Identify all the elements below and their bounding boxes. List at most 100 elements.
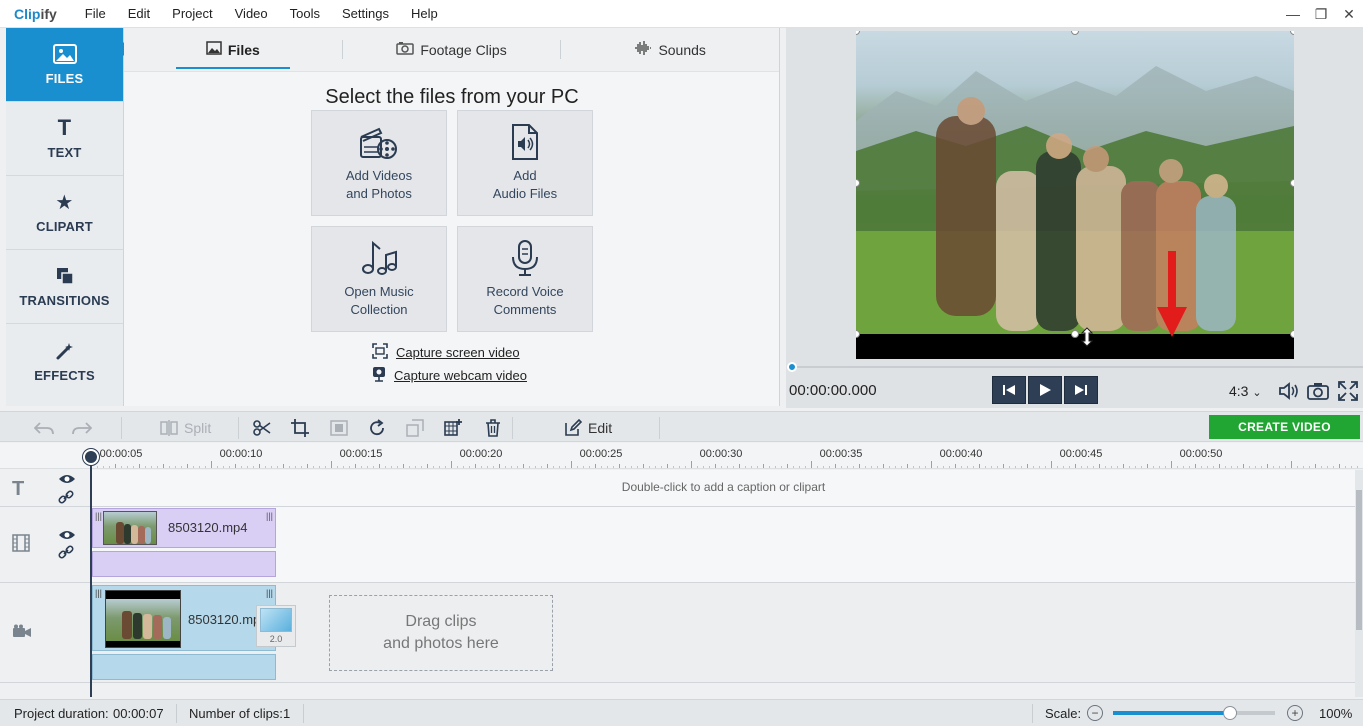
tab-footage-clips[interactable]: Footage Clips [343,28,561,71]
scrollbar-thumb[interactable] [1356,490,1362,630]
ruler-minor-tick [409,466,410,468]
transition-badge[interactable]: 2.0 [256,605,296,647]
add-clip-button[interactable] [444,418,462,438]
open-music-collection-button[interactable]: Open Music Collection [311,226,447,332]
fullscreen-button[interactable] [1337,380,1359,402]
menu-help[interactable]: Help [411,6,438,21]
ruler-tick [955,464,956,468]
ruler-minor-tick [1057,466,1058,468]
ruler-minor-tick [865,466,866,468]
menu-project[interactable]: Project [172,6,212,21]
rotate-button[interactable] [368,418,386,438]
tile-label-1: Add [513,168,537,183]
skip-back-button[interactable] [992,376,1026,404]
ruler-minor-tick [229,466,230,468]
resize-handle[interactable] [1290,330,1294,338]
timeline-ruler[interactable]: 00:00:05 00:00:10 00:00:15 00:00:20 00:00:25… [0,443,1363,469]
zoom-out-button[interactable]: − [1087,705,1103,721]
sidebar-item-transitions[interactable]: TRANSITIONS [6,250,123,324]
image-icon [52,43,77,65]
fit-icon [330,420,348,436]
caption-track[interactable]: Double-click to add a caption or clipart [92,470,1355,507]
capture-webcam-link[interactable]: Capture webcam video [372,366,527,385]
overlay-track[interactable]: 8503120.mp4 ||| ||| [92,507,1355,583]
ruler-tick [619,464,620,468]
sidebar-item-effects[interactable]: EFFECTS [6,324,123,398]
menu-file[interactable]: File [85,6,106,21]
zoom-in-button[interactable]: + [1287,705,1303,721]
ruler-minor-tick [577,466,578,468]
overlay-clip[interactable]: 8503120.mp4 ||| ||| [92,508,276,548]
restore-button[interactable]: ❐ [1307,0,1335,28]
capture-screen-link[interactable]: Capture screen video [372,343,520,362]
scale-slider[interactable] [1113,706,1275,720]
undo-button[interactable] [34,418,54,438]
overlay-audio-clip[interactable] [92,551,276,577]
playback-progress-knob[interactable] [787,362,797,372]
create-video-button[interactable]: CREATE VIDEO [1209,415,1360,439]
ruler-minor-tick [583,466,584,468]
add-videos-photos-button[interactable]: Add Videos and Photos [311,110,447,216]
link-icon[interactable] [58,490,74,507]
clip-trim-handle[interactable]: ||| [266,588,273,598]
resize-handle[interactable] [1290,179,1294,187]
ruler-minor-tick [1081,466,1082,468]
resize-handle[interactable] [856,330,860,338]
waveform-icon [634,40,652,59]
link-icon[interactable] [58,545,74,562]
menu-edit[interactable]: Edit [128,6,150,21]
eye-icon[interactable] [58,473,76,488]
tab-files[interactable]: Files [124,28,342,71]
add-audio-files-button[interactable]: Add Audio Files [457,110,593,216]
split-button[interactable]: Split [160,418,211,438]
ruler-minor-tick [655,466,656,468]
volume-button[interactable] [1278,380,1300,402]
main-clip[interactable]: 8503120.mp4 ||| ||| [92,585,276,651]
playhead-handle[interactable] [83,449,99,465]
replace-button[interactable] [406,418,424,438]
menu-settings[interactable]: Settings [342,6,389,21]
skip-forward-button[interactable] [1064,376,1098,404]
redo-button[interactable] [72,418,92,438]
ruler-tick [331,461,332,468]
ruler-minor-tick [205,466,206,468]
clip-trim-handle[interactable]: ||| [95,511,102,521]
eye-icon[interactable] [58,529,76,544]
pencil-icon [565,419,582,436]
playback-progress-track[interactable] [792,366,1363,368]
main-audio-clip[interactable] [92,654,276,680]
sidebar-item-text[interactable]: T TEXT [6,102,123,176]
ruler-tick [883,464,884,468]
ruler-minor-tick [103,466,104,468]
play-button[interactable] [1028,376,1062,404]
cut-button[interactable] [253,418,271,438]
ruler-minor-tick [541,466,542,468]
drop-zone[interactable]: Drag clips and photos here [329,595,553,671]
delete-button[interactable] [485,418,501,438]
sidebar-item-clipart[interactable]: ★ CLIPART [6,176,123,250]
clip-trim-handle[interactable]: ||| [95,588,102,598]
timeline-scrollbar[interactable] [1355,470,1363,697]
aspect-ratio-dropdown[interactable]: 4:3 ⌄ [1229,383,1262,399]
crop-button[interactable] [291,418,309,438]
record-voice-comments-button[interactable]: Record Voice Comments [457,226,593,332]
close-button[interactable]: ✕ [1335,0,1363,28]
snapshot-button[interactable] [1307,380,1329,402]
ruler-minor-tick [373,466,374,468]
edit-button[interactable]: Edit [564,418,612,438]
resize-handle[interactable] [1071,330,1079,338]
preview-frame[interactable] [856,31,1294,359]
sidebar-item-files[interactable]: FILES [6,28,130,102]
menu-video[interactable]: Video [235,6,268,21]
ruler-tick [1003,464,1004,468]
magic-wand-icon [55,340,75,362]
tab-sounds[interactable]: Sounds [561,28,779,71]
ruler-minor-tick [925,466,926,468]
scale-slider-knob[interactable] [1222,706,1237,720]
minimize-button[interactable]: — [1279,0,1307,28]
fit-button[interactable] [330,418,348,438]
clip-trim-handle[interactable]: ||| [266,511,273,521]
main-video-track[interactable]: 8503120.mp4 ||| ||| 2.0 Drag clips and p… [92,583,1355,683]
ruler-tick [187,464,188,468]
menu-tools[interactable]: Tools [290,6,320,21]
